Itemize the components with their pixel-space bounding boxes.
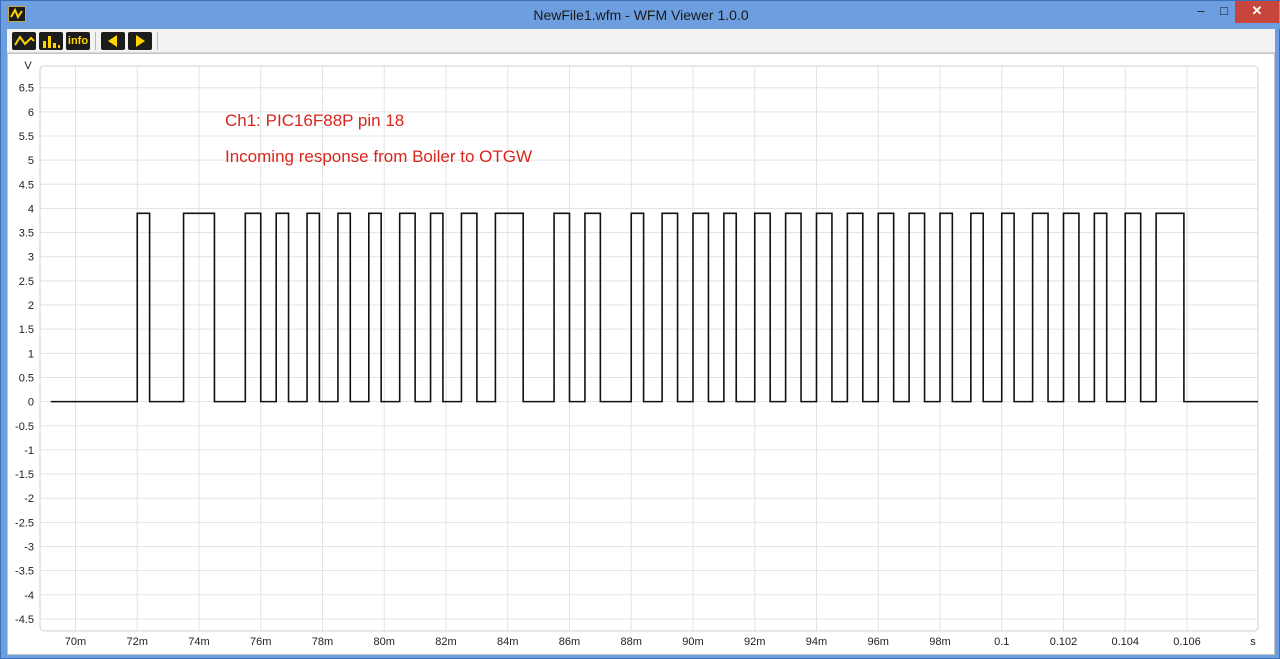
x-tick-label: 0.1 <box>994 636 1009 648</box>
histogram-view-button[interactable] <box>39 32 63 50</box>
x-tick-label: 76m <box>250 636 271 648</box>
y-tick-label: 5.5 <box>19 131 34 143</box>
y-tick-label: 1.5 <box>19 324 34 336</box>
y-tick-label: 0.5 <box>19 372 34 384</box>
channel1-trace <box>50 212 1258 403</box>
y-tick-label: -2 <box>24 493 34 505</box>
previous-icon <box>108 35 117 47</box>
annotation-channel: Ch1: PIC16F88P pin 18 <box>225 111 404 130</box>
x-tick-label: 92m <box>744 636 765 648</box>
histogram-icon <box>43 36 60 48</box>
y-tick-label: 6.5 <box>19 83 34 95</box>
x-tick-label: 94m <box>806 636 827 648</box>
x-tick-label: 96m <box>868 636 889 648</box>
x-tick-label: 72m <box>127 636 148 648</box>
next-button[interactable] <box>128 32 152 50</box>
previous-button[interactable] <box>101 32 125 50</box>
y-tick-label: -3 <box>24 541 34 553</box>
plot-area[interactable]: 6.5 6 5.5 5 4.5 4 3.5 3 2.5 2 1.5 1 0.5 0 -0.5 -1 -1.5 -2… <box>7 53 1275 655</box>
maximize-button[interactable]: □ <box>1214 1 1234 23</box>
next-icon <box>136 35 145 47</box>
y-tick-label: 1 <box>28 348 34 360</box>
minimize-button[interactable]: – <box>1191 1 1211 23</box>
x-tick-label: 74m <box>188 636 209 648</box>
annotation-description: Incoming response from Boiler to OTGW <box>225 147 532 166</box>
y-tick-label: -1.5 <box>15 469 34 481</box>
x-tick-label: 90m <box>682 636 703 648</box>
y-tick-label: 4 <box>28 203 34 215</box>
y-tick-label: -0.5 <box>15 421 34 433</box>
x-tick-label: 0.106 <box>1173 636 1201 648</box>
y-tick-label: 6 <box>28 107 34 119</box>
app-window: NewFile1.wfm - WFM Viewer 1.0.0 – □ ✕ in… <box>0 0 1280 659</box>
y-tick-label: -4 <box>24 590 34 602</box>
x-unit-label: s <box>1250 636 1256 648</box>
x-tick-label: 78m <box>312 636 333 648</box>
y-tick-label: 2.5 <box>19 276 34 288</box>
title-bar[interactable]: NewFile1.wfm - WFM Viewer 1.0.0 – □ ✕ <box>1 1 1280 29</box>
toolbar: info <box>7 29 1275 53</box>
waveform-view-button[interactable] <box>12 32 36 50</box>
toolbar-separator <box>95 32 96 50</box>
y-unit-label: V <box>24 60 32 72</box>
window-title: NewFile1.wfm - WFM Viewer 1.0.0 <box>533 7 749 23</box>
x-tick-label: 88m <box>621 636 642 648</box>
plot-grid <box>40 66 1258 631</box>
x-tick-label: 84m <box>497 636 518 648</box>
y-tick-label: 5 <box>28 155 34 167</box>
x-axis-labels: 70m 72m 74m 76m 78m 80m 82m 84m 86m 88m 90m 92m 94m 9… <box>65 636 1201 648</box>
y-axis-labels: 6.5 6 5.5 5 4.5 4 3.5 3 2.5 2 1.5 1 0.5 0 -0.5 -1 -1.5 -2… <box>15 83 34 626</box>
x-tick-label: 82m <box>435 636 456 648</box>
x-tick-label: 80m <box>374 636 395 648</box>
info-button[interactable]: info <box>66 32 90 50</box>
x-tick-label: 70m <box>65 636 86 648</box>
y-tick-label: -4.5 <box>15 614 34 626</box>
y-tick-label: -3.5 <box>15 566 34 578</box>
toolbar-separator <box>157 32 158 50</box>
x-tick-label: 98m <box>929 636 950 648</box>
x-tick-label: 86m <box>559 636 580 648</box>
y-tick-label: 4.5 <box>19 179 34 191</box>
close-button[interactable]: ✕ <box>1235 1 1279 23</box>
waveform-icon <box>14 35 35 46</box>
x-tick-label: 0.102 <box>1050 636 1078 648</box>
y-tick-label: 2 <box>28 300 34 312</box>
y-tick-label: 3 <box>28 252 34 264</box>
y-tick-label: 0 <box>28 397 34 409</box>
x-tick-label: 0.104 <box>1111 636 1139 648</box>
waveform-plot[interactable]: 6.5 6 5.5 5 4.5 4 3.5 3 2.5 2 1.5 1 0.5 0 -0.5 -1 -1.5 -2… <box>8 54 1274 654</box>
y-tick-label: -1 <box>24 445 34 457</box>
y-tick-label: 3.5 <box>19 228 34 240</box>
y-tick-label: -2.5 <box>15 517 34 529</box>
